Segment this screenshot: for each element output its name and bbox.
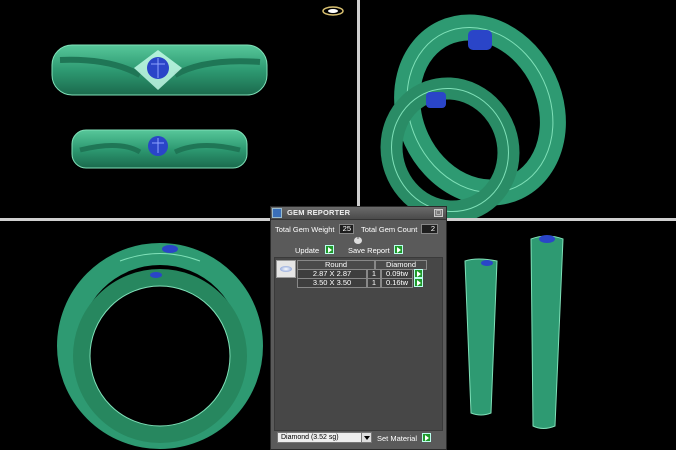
ring-edge-small: [464, 258, 498, 416]
viewport-front[interactable]: [0, 0, 357, 218]
viewport-perspective[interactable]: [360, 0, 676, 218]
logo-icon: [322, 6, 344, 16]
update-label[interactable]: Update: [295, 246, 319, 255]
close-icon[interactable]: ▢: [434, 209, 443, 217]
panel-titlebar[interactable]: GEM REPORTER ▢: [271, 207, 446, 220]
gem: [539, 235, 555, 243]
ring-small-front: [71, 129, 248, 169]
viewport-divider-vertical[interactable]: [357, 0, 360, 218]
gem: [481, 260, 493, 266]
chevron-down-icon[interactable]: [361, 433, 371, 442]
panel-title: GEM REPORTER: [287, 208, 351, 217]
gem: [426, 92, 446, 108]
viewport-top[interactable]: [447, 221, 676, 450]
total-gem-weight-value: 25: [339, 224, 354, 234]
save-report-label[interactable]: Save Report: [348, 246, 390, 255]
ring-profile: [57, 243, 263, 449]
material-select[interactable]: Diamond (3.52 sg): [277, 432, 372, 443]
total-gem-count-value: 2: [421, 224, 438, 234]
gem-count: 1: [367, 278, 381, 288]
total-gem-count-label: Total Gem Count: [361, 225, 418, 234]
collapse-icon[interactable]: ^: [354, 237, 362, 244]
gem-size: 3.50 X 3.50: [297, 278, 367, 288]
ring-edge-large: [530, 235, 564, 429]
ring-large-front: [51, 44, 268, 96]
set-material-label[interactable]: Set Material: [377, 434, 417, 443]
gem: [468, 30, 492, 50]
gem: [150, 272, 162, 278]
set-material-button[interactable]: [422, 433, 431, 442]
gem-row-action-button[interactable]: [414, 269, 423, 278]
update-button[interactable]: [325, 245, 334, 254]
gem-reporter-panel: GEM REPORTER ▢ Total Gem Weight 25 Total…: [270, 206, 447, 450]
gem: [162, 245, 178, 253]
viewport-side[interactable]: [0, 221, 270, 450]
gem-reporter-icon: [272, 208, 282, 218]
material-select-value: Diamond (3.52 sg): [281, 434, 339, 441]
round-gem-icon: [276, 260, 296, 278]
gem-weight: 0.16tw: [381, 278, 413, 288]
save-report-button[interactable]: [394, 245, 403, 254]
gem-row-action-button[interactable]: [414, 278, 423, 287]
total-gem-weight-label: Total Gem Weight: [275, 225, 335, 234]
